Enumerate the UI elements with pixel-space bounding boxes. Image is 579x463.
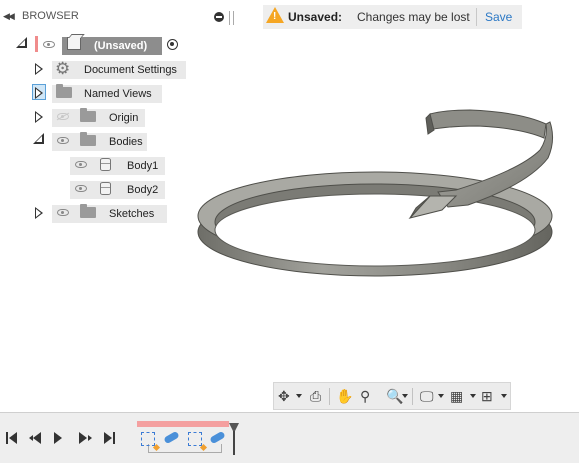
fit-dropdown-icon[interactable] (402, 394, 408, 398)
viewports-dropdown-icon[interactable] (501, 394, 507, 398)
step-forward-button[interactable] (79, 432, 93, 444)
toolbar-separator (412, 388, 413, 405)
viewports-icon[interactable]: ⊞ (481, 388, 493, 404)
toolbar-separator (329, 388, 330, 405)
timeline-history-bar (137, 421, 229, 427)
timeline (0, 412, 579, 463)
pan-icon[interactable]: ✋ (336, 388, 353, 404)
look-at-icon[interactable]: ⎙ (310, 388, 321, 404)
timeline-marker-line[interactable] (233, 431, 235, 455)
navigation-toolbar: ✥ ⎙ ✋ ⚲ 🔍 🖵 ▦ ⊞ (273, 382, 511, 410)
play-button[interactable] (54, 432, 66, 444)
display-settings-icon[interactable]: 🖵 (420, 388, 434, 404)
timeline-sketch-icon[interactable] (188, 432, 202, 446)
fit-icon[interactable]: 🔍 (386, 388, 403, 404)
grid-dropdown-icon[interactable] (470, 394, 476, 398)
timeline-sweep-icon[interactable] (164, 429, 182, 447)
zoom-icon[interactable]: ⚲ (360, 388, 370, 404)
go-to-end-button[interactable] (104, 432, 118, 444)
display-dropdown-icon[interactable] (438, 394, 444, 398)
spiral-body[interactable] (197, 109, 554, 277)
step-back-button[interactable] (29, 432, 43, 444)
orbit-dropdown-icon[interactable] (296, 394, 302, 398)
grid-icon[interactable]: ▦ (450, 388, 463, 404)
model-viewport[interactable] (0, 0, 579, 412)
timeline-sweep-icon[interactable] (210, 429, 228, 447)
go-to-start-button[interactable] (6, 432, 20, 444)
timeline-sketch-icon[interactable] (141, 432, 155, 446)
orbit-icon[interactable]: ✥ (278, 388, 290, 404)
